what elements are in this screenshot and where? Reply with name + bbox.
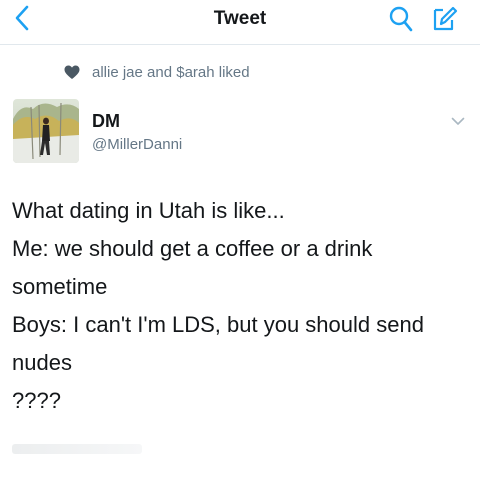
tweet-text: What dating in Utah is like... Me: we sh… [12, 192, 472, 420]
author-handle[interactable]: @MillerDanni [92, 134, 182, 156]
navigation-bar: Tweet [0, 0, 480, 45]
social-context-text: allie jae and $arah liked [92, 63, 250, 81]
faded-timestamp [12, 444, 142, 454]
tweet-line: ???? [12, 388, 61, 413]
tweet-line: What dating in Utah is like... [12, 198, 285, 223]
heart-icon [64, 65, 80, 80]
author-name[interactable]: DM [92, 110, 182, 132]
avatar[interactable] [13, 99, 79, 163]
social-context: allie jae and $arah liked [64, 60, 250, 84]
tweet-line: Me: we should get a coffee or a drink so… [12, 236, 373, 299]
search-button[interactable] [384, 4, 418, 38]
author-info[interactable]: DM @MillerDanni [92, 110, 182, 156]
tweet-menu-button[interactable] [446, 112, 470, 132]
chevron-down-icon [451, 113, 465, 131]
compose-icon [430, 5, 458, 38]
search-icon [388, 5, 414, 38]
compose-button[interactable] [427, 4, 461, 38]
tweet-line: Boys: I can't I'm LDS, but you should se… [12, 312, 424, 375]
